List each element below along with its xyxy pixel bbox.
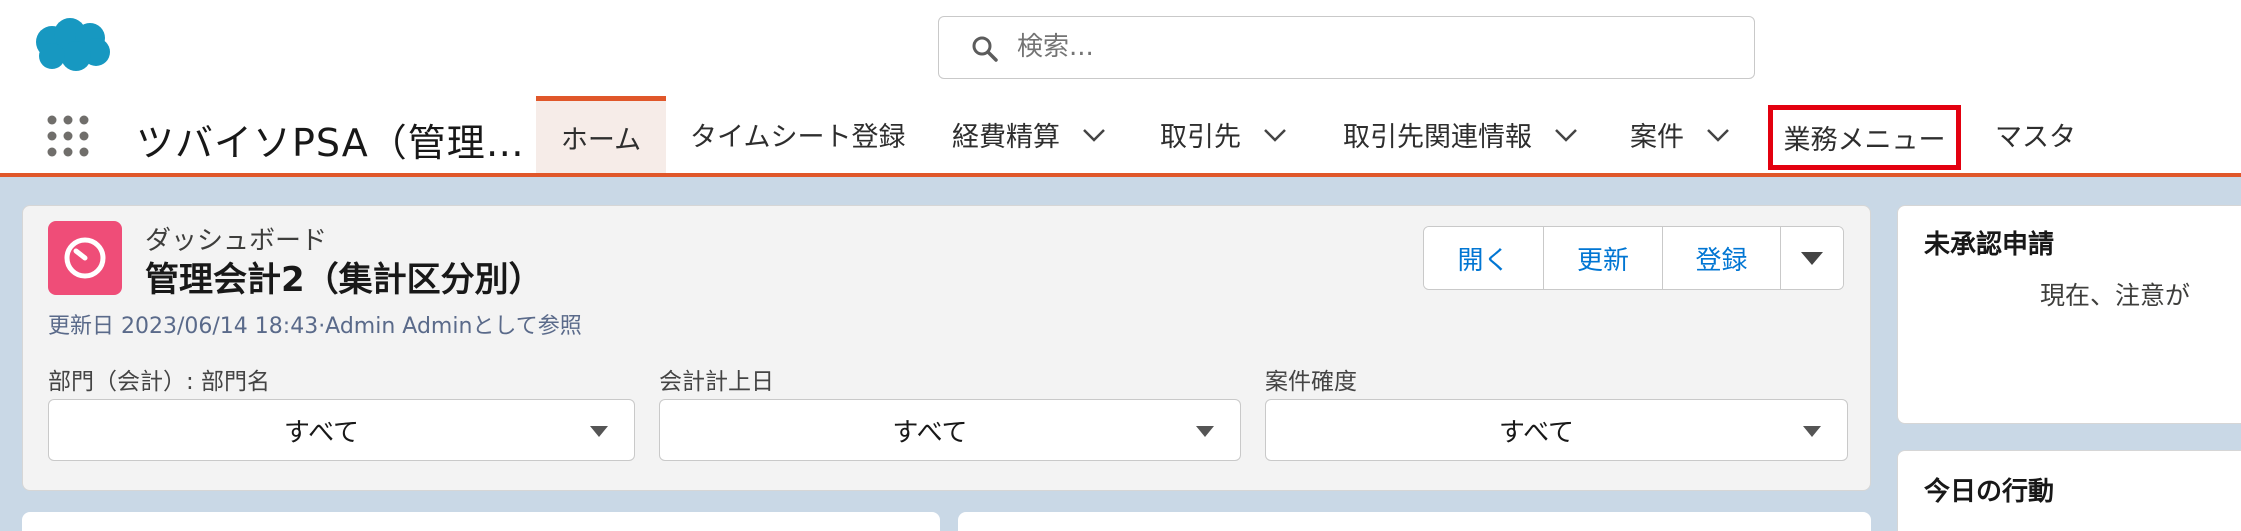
navigation-bar: ツバイソPSA（管理… ホーム タイムシート登録 経費精算 取引先 取引先関連情…: [0, 96, 2241, 177]
more-actions-button[interactable]: [1781, 227, 1843, 289]
open-button[interactable]: 開く: [1424, 227, 1544, 289]
refresh-button[interactable]: 更新: [1544, 227, 1663, 289]
dashboard-component-card: [22, 512, 940, 531]
app-launcher-grid-icon[interactable]: [46, 114, 90, 158]
dashboard-component-card: [958, 512, 1871, 531]
pending-approvals-card: 未承認申請 現在、注意が: [1897, 205, 2241, 424]
app-name: ツバイソPSA（管理…: [136, 121, 525, 165]
filter-select-department[interactable]: すべて: [48, 399, 635, 461]
search-input[interactable]: [1017, 27, 1717, 67]
filter-label-project-probability: 案件確度: [1265, 369, 1357, 395]
tab-label: 取引先関連情報: [1343, 122, 1532, 153]
tab-business-menu[interactable]: 業務メニュー: [1768, 105, 1961, 170]
global-search[interactable]: [938, 16, 1755, 79]
filter-value: すべて: [892, 417, 968, 448]
tab-project[interactable]: 案件: [1630, 96, 1730, 173]
tab-label: マスタ: [1995, 122, 2076, 153]
global-header: [0, 0, 2241, 96]
chevron-down-icon[interactable]: [1082, 128, 1106, 142]
dashboard-title: 管理会計2（集計区分別）: [145, 260, 543, 300]
dropdown-arrow-icon: [1801, 251, 1823, 265]
filter-label-department: 部門（会計）: 部門名: [48, 369, 271, 395]
chevron-down-icon[interactable]: [1554, 128, 1578, 142]
tab-label: 業務メニュー: [1783, 125, 1946, 156]
filter-select-project-probability[interactable]: すべて: [1265, 399, 1848, 461]
filter-value: すべて: [1498, 417, 1575, 448]
tab-timesheet[interactable]: タイムシート登録: [690, 96, 905, 173]
dashboard-header-card: ダッシュボード 管理会計2（集計区分別） 更新日 2023/06/14 18:4…: [22, 205, 1871, 491]
today-events-card: 今日の行動: [1897, 450, 2241, 531]
tab-client[interactable]: 取引先: [1160, 96, 1287, 173]
chevron-down-icon[interactable]: [1263, 128, 1287, 142]
tab-label: ホーム: [560, 124, 642, 156]
salesforce-logo[interactable]: [30, 16, 114, 74]
tab-expense[interactable]: 経費精算: [952, 96, 1106, 173]
dropdown-arrow-icon: [1196, 426, 1214, 437]
search-icon: [972, 36, 998, 62]
dropdown-arrow-icon: [1803, 426, 1821, 437]
tab-client-related[interactable]: 取引先関連情報: [1343, 96, 1578, 173]
filter-value: すべて: [283, 417, 360, 448]
tab-home[interactable]: ホーム: [536, 96, 666, 173]
tab-label: 経費精算: [952, 122, 1060, 153]
tab-label: タイムシート登録: [690, 122, 906, 153]
content-area: ダッシュボード 管理会計2（集計区分別） 更新日 2023/06/14 18:4…: [0, 177, 2241, 531]
filter-select-accounting-date[interactable]: すべて: [659, 399, 1241, 461]
pending-approvals-text: 現在、注意が: [2040, 281, 2191, 310]
tab-label: 取引先: [1160, 122, 1241, 153]
dashboard-gauge-icon: [48, 221, 122, 295]
dashboard-meta: 更新日 2023/06/14 18:43·Admin Adminとして参照: [48, 314, 582, 339]
pending-approvals-title: 未承認申請: [1924, 230, 2055, 260]
dropdown-arrow-icon: [590, 426, 608, 437]
tab-master[interactable]: マスタ: [1995, 96, 2076, 173]
today-events-title: 今日の行動: [1924, 477, 2055, 507]
tab-label: 案件: [1630, 122, 1684, 153]
register-button[interactable]: 登録: [1663, 227, 1781, 289]
chevron-down-icon[interactable]: [1706, 128, 1730, 142]
filter-label-accounting-date: 会計計上日: [659, 369, 774, 395]
dashboard-button-group: 開く 更新 登録: [1423, 226, 1844, 290]
